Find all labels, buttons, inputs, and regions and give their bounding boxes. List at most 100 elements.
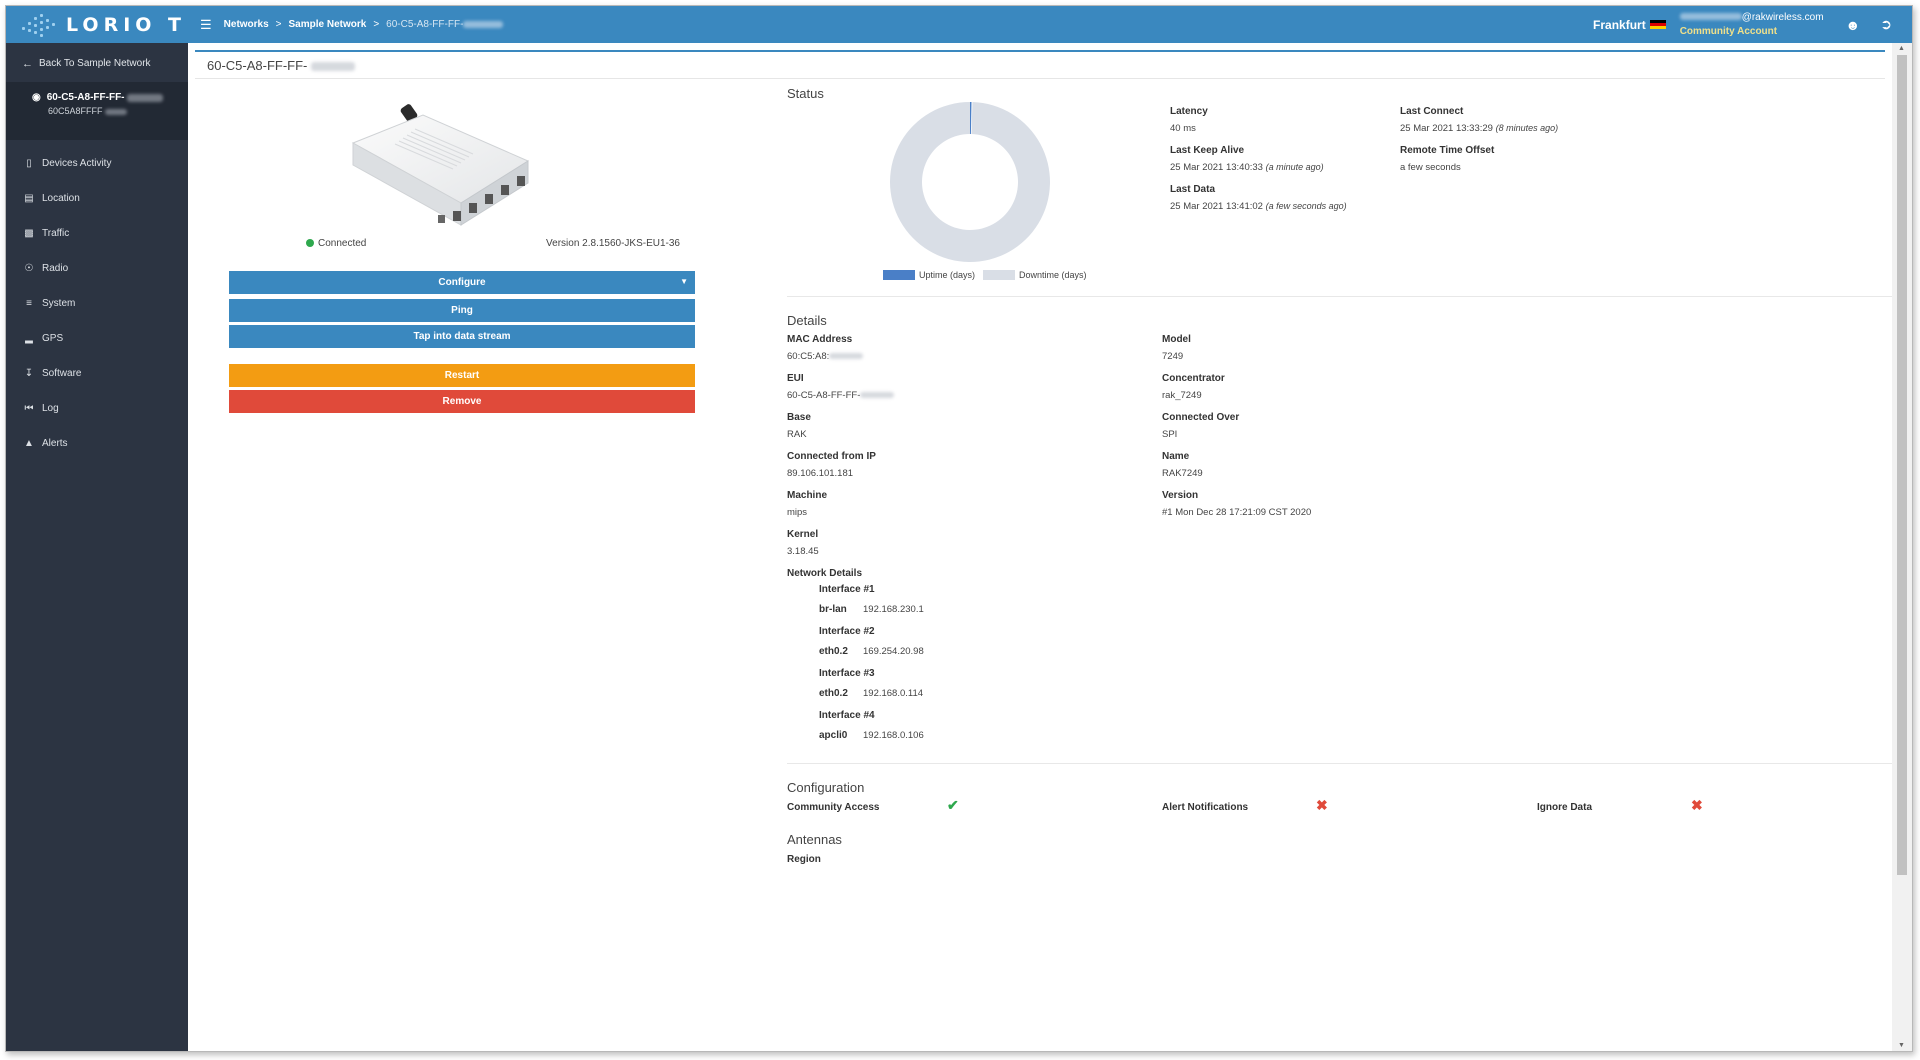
breadcrumb-current: 60-C5-A8-FF-FF- [386, 19, 464, 30]
concentrator-label: Concentrator [1162, 373, 1225, 384]
sidebar-item-traffic[interactable]: ▩ Traffic [6, 216, 188, 251]
community-access-label: Community Access [787, 802, 880, 813]
user-icon[interactable]: ☻ [1846, 17, 1861, 33]
interface-ip: 192.168.0.106 [863, 730, 924, 741]
last-data-ago: (a few seconds ago) [1265, 201, 1347, 211]
sidebar-item-gps[interactable]: ▂ GPS [6, 321, 188, 356]
eui-value-text: 60-C5-A8-FF-FF- [787, 390, 861, 401]
last-connect-label: Last Connect [1400, 106, 1464, 117]
legend-uptime: Uptime (days) [919, 270, 976, 280]
last-data-label: Last Data [1170, 184, 1216, 195]
connected-over-label: Connected Over [1162, 412, 1240, 423]
sidebar-item-system[interactable]: ≡ System [6, 286, 188, 321]
interface-name: eth0.2 [819, 646, 848, 657]
last-keep-alive-ago: (a minute ago) [1265, 162, 1324, 172]
ping-button-label: Ping [451, 305, 473, 316]
account-info[interactable]: @rakwireless.com Community Account [1679, 11, 1824, 39]
vertical-scrollbar[interactable]: ▲ ▼ [1892, 43, 1912, 1051]
loriot-logo-icon [20, 13, 60, 37]
top-right-area: Frankfurt @rakwireless.com Community Acc… [1593, 6, 1912, 43]
last-data-value: 25 Mar 2021 13:41:02 (a few seconds ago) [1170, 201, 1347, 212]
hamburger-menu-icon[interactable]: ☰ [200, 17, 212, 33]
restart-button[interactable]: Restart [229, 364, 695, 387]
last-keep-alive-value: 25 Mar 2021 13:40:33 (a minute ago) [1170, 162, 1324, 173]
redacted-text [829, 353, 864, 360]
sidebar-item-label: Traffic [42, 228, 70, 239]
breadcrumb-separator: > [275, 19, 282, 30]
back-to-network-link[interactable]: ← Back To Sample Network [6, 47, 188, 80]
logo[interactable]: LORIO T [6, 6, 188, 43]
header-accent-line [195, 50, 1885, 52]
sidebar-item-label: Log [42, 403, 59, 414]
sidebar-item-radio[interactable]: ☉ Radio [6, 251, 188, 286]
region-field-label: Region [787, 854, 821, 865]
region-label[interactable]: Frankfurt [1593, 18, 1646, 32]
remove-button[interactable]: Remove [229, 390, 695, 413]
base-label: Base [787, 412, 811, 423]
sidebar-item-log[interactable]: ⏮ Log [6, 391, 188, 426]
interface-name: br-lan [819, 604, 847, 615]
page-title: 60-C5-A8-FF-FF- [207, 58, 356, 73]
version-label: Version [1162, 490, 1199, 501]
sidebar-item-devices-activity[interactable]: ▯ Devices Activity [6, 146, 188, 181]
interface-title: Interface #4 [819, 710, 875, 721]
sidebar-device-name: 60-C5-A8-FF-FF- [46, 92, 125, 103]
breadcrumb-sample-network[interactable]: Sample Network [289, 19, 367, 30]
scrollbar-thumb[interactable] [1897, 55, 1907, 875]
restart-button-label: Restart [444, 370, 480, 381]
kernel-value: 3.18.45 [787, 546, 819, 557]
interface-title: Interface #1 [819, 584, 875, 595]
connection-status: Connected [306, 238, 366, 249]
details-section-title: Details [787, 313, 827, 328]
logout-icon[interactable]: ➲ [1880, 16, 1892, 33]
interface-ip: 192.168.230.1 [863, 604, 924, 615]
tap-data-stream-button[interactable]: Tap into data stream [229, 325, 695, 348]
interface-ip: 192.168.0.114 [863, 688, 924, 699]
germany-flag-icon [1649, 19, 1666, 30]
sidebar-item-location[interactable]: ▤ Location [6, 181, 188, 216]
account-email: @rakwireless.com [1741, 11, 1824, 23]
breadcrumb-networks[interactable]: Networks [224, 19, 269, 30]
eui-value: 60-C5-A8-FF-FF- [787, 390, 895, 401]
page-title-text: 60-C5-A8-FF-FF- [207, 58, 308, 73]
sidebar-item-alerts[interactable]: ▲ Alerts [6, 426, 188, 461]
status-section-title: Status [787, 86, 824, 101]
kernel-label: Kernel [787, 529, 819, 540]
latency-value: 40 ms [1170, 123, 1196, 134]
cross-icon: ✖ [1691, 797, 1703, 813]
last-connect-value: 25 Mar 2021 13:33:29 (8 minutes ago) [1400, 123, 1558, 134]
version-value: #1 Mon Dec 28 17:21:09 CST 2020 [1162, 507, 1312, 518]
sidebar-device[interactable]: ◉ 60-C5-A8-FF-FF- 60C5A8FFFF [6, 82, 188, 140]
scroll-down-icon[interactable]: ▼ [1898, 1042, 1905, 1049]
ping-button[interactable]: Ping [229, 299, 695, 322]
check-icon: ✔ [947, 797, 959, 813]
signal-icon: ▂ [25, 333, 33, 344]
arrow-left-icon: ← [22, 57, 33, 70]
device-status-row: Connected Version 2.8.1560-JKS-EU1-36 [306, 238, 680, 249]
mac-label: MAC Address [787, 334, 853, 345]
sidebar-item-label: GPS [42, 333, 64, 344]
connected-over-value: SPI [1162, 429, 1178, 440]
interface-title: Interface #3 [819, 668, 875, 679]
tablet-icon: ▯ [26, 158, 32, 169]
sidebar: LORIO T ← Back To Sample Network ◉ 60-C5… [6, 6, 188, 1051]
firmware-version: Version 2.8.1560-JKS-EU1-36 [546, 238, 680, 249]
sidebar-item-label: Location [42, 193, 80, 204]
eui-label: EUI [787, 373, 804, 384]
chart-legend: Uptime (days) Downtime (days) [883, 270, 1087, 280]
redacted-text [860, 392, 895, 399]
concentrator-value: rak_7249 [1162, 390, 1202, 401]
sidebar-item-label: System [42, 298, 76, 309]
cross-icon: ✖ [1316, 797, 1328, 813]
sidebar-item-label: Alerts [42, 438, 68, 449]
configure-button[interactable]: Configure ▼ [229, 271, 695, 294]
scroll-up-icon[interactable]: ▲ [1898, 45, 1905, 52]
warning-icon: ▲ [24, 438, 34, 449]
back-link-label: Back To Sample Network [39, 58, 151, 69]
bar-chart-icon: ▩ [24, 228, 34, 239]
account-type: Community Account [1679, 25, 1778, 37]
location-pin-icon: ◉ [32, 92, 41, 103]
sidebar-item-software[interactable]: ↧ Software [6, 356, 188, 391]
logo-text: LORIO T [66, 13, 187, 36]
connection-status-text: Connected [318, 238, 367, 249]
